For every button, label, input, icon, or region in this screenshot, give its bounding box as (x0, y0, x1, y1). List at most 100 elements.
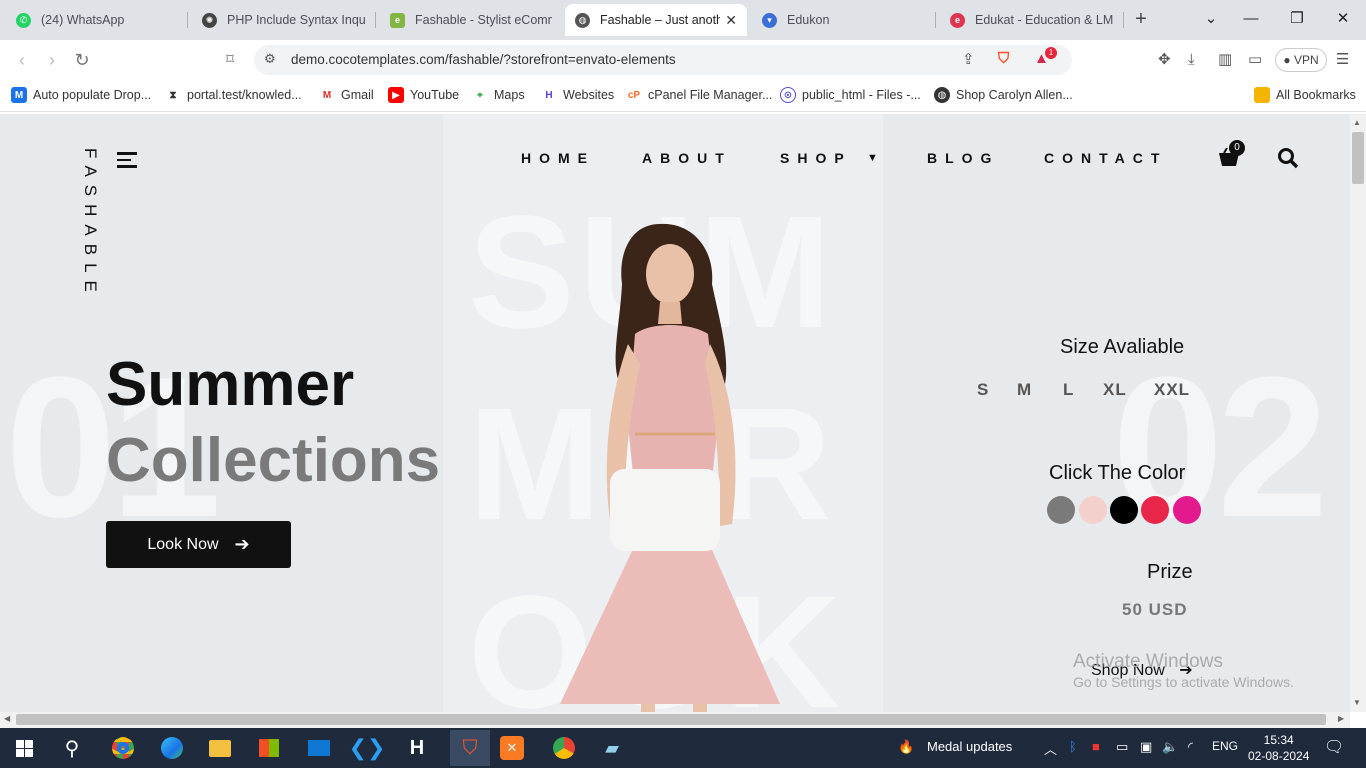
site-settings-icon[interactable]: ⚙ (264, 51, 276, 67)
bluetooth-icon[interactable]: ᛒ (1069, 739, 1077, 754)
wifi-icon[interactable]: ◜ (1188, 739, 1193, 755)
size-option-l[interactable]: L (1063, 380, 1074, 400)
vscode-icon[interactable]: ❮❯ (349, 733, 386, 763)
cart-icon[interactable]: 0 (1218, 140, 1245, 168)
tray-chevron-icon[interactable]: ︿ (1044, 739, 1057, 758)
size-option-xl[interactable]: XL (1103, 380, 1127, 400)
tab-search-chevron-icon[interactable]: ⌄ (1196, 6, 1226, 32)
xampp-icon[interactable]: ✕ (500, 736, 524, 760)
hostinger-icon[interactable]: H (402, 733, 432, 763)
tab-strip: ✆ (24) WhatsApp ✺ PHP Include Syntax Inq… (0, 0, 1366, 40)
arrow-right-icon: ➔ (234, 534, 250, 554)
bookmark-item[interactable]: ⊙ public_html - Files -... (780, 87, 921, 103)
close-tab-icon[interactable]: ✕ (725, 12, 737, 29)
windows-start-icon[interactable] (9, 733, 39, 763)
minimize-button[interactable]: — (1236, 6, 1266, 32)
edge-icon[interactable] (157, 733, 187, 763)
color-swatch-magenta[interactable] (1173, 496, 1201, 524)
bookmark-item[interactable]: cP cPanel File Manager... (626, 87, 773, 103)
horizontal-scroll-thumb[interactable] (16, 714, 1326, 725)
file-explorer-icon[interactable] (205, 733, 235, 763)
color-swatch-gray[interactable] (1047, 496, 1075, 524)
medal-updates-label[interactable]: Medal updates (927, 739, 1012, 754)
medal-icon[interactable]: 🔥 (898, 739, 914, 755)
new-tab-button[interactable]: + (1132, 8, 1150, 30)
look-now-button[interactable]: Look Now ➔ (106, 521, 291, 568)
forward-button[interactable]: › (40, 48, 64, 72)
hamburger-menu-icon[interactable] (117, 152, 137, 170)
bookmark-item[interactable]: ◍ Shop Carolyn Allen... (934, 87, 1073, 103)
bookmark-icon[interactable]: ⌑ (218, 48, 242, 72)
extensions-icon[interactable]: ✥ (1158, 50, 1171, 70)
bookmark-item[interactable]: ⧗ portal.test/knowled... (165, 87, 301, 103)
m-icon: M (11, 87, 27, 103)
share-icon[interactable]: ⇪ (962, 50, 975, 70)
battery-icon[interactable]: ▭ (1116, 739, 1128, 755)
scroll-right-icon[interactable]: ▶ (1338, 714, 1344, 723)
antivirus-icon[interactable]: ■ (1092, 739, 1100, 754)
nav-home[interactable]: HOME (521, 150, 595, 166)
close-window-button[interactable]: ✕ (1328, 6, 1358, 32)
address-bar[interactable]: ⚙ demo.cocotemplates.com/fashable/?store… (254, 45, 1072, 75)
size-option-m[interactable]: M (1017, 380, 1032, 400)
mail-icon[interactable] (304, 733, 334, 763)
url-text[interactable]: demo.cocotemplates.com/fashable/?storefr… (291, 52, 676, 67)
bookmark-label: public_html - Files -... (802, 88, 921, 102)
camera-icon[interactable]: ▣ (1140, 739, 1152, 755)
chrome-profile-icon[interactable] (549, 733, 579, 763)
tab-edukat[interactable]: e Edukat - Education & LMS (940, 4, 1124, 36)
tab-title: PHP Include Syntax Inquiry (227, 13, 366, 27)
size-option-s[interactable]: S (977, 380, 989, 400)
download-icon[interactable]: ⤓ (1188, 50, 1195, 70)
scroll-left-icon[interactable]: ◀ (4, 714, 10, 723)
cpanel-icon: cP (627, 89, 641, 101)
sidebar-icon[interactable]: ▥ (1218, 50, 1232, 70)
vertical-scroll-thumb[interactable] (1352, 132, 1364, 184)
tab-fashable-active[interactable]: ◍ Fashable – Just another ✕ (565, 4, 747, 36)
color-swatch-black[interactable] (1110, 496, 1138, 524)
youtube-icon: ▶ (388, 87, 404, 103)
color-label: Click The Color (1049, 462, 1186, 484)
color-swatch-pink[interactable] (1079, 496, 1107, 524)
notification-icon[interactable]: 🗨 (1324, 737, 1344, 757)
nav-contact[interactable]: CONTACT (1044, 150, 1167, 166)
vertical-scrollbar[interactable] (1350, 114, 1366, 712)
tab-php[interactable]: ✺ PHP Include Syntax Inquiry (192, 4, 376, 36)
scroll-down-icon[interactable]: ▼ (1353, 698, 1361, 707)
bookmark-item[interactable]: H Websites (541, 87, 614, 103)
bookmark-item[interactable]: ⌖ Maps (472, 87, 524, 103)
all-bookmarks[interactable]: All Bookmarks (1254, 87, 1356, 103)
scroll-up-icon[interactable]: ▲ (1353, 118, 1361, 127)
tab-edukon[interactable]: ▾ Edukon (752, 4, 936, 36)
globe-icon: ◍ (934, 87, 950, 103)
brave-shields-icon[interactable]: ⛉ (998, 49, 1009, 69)
search-icon[interactable] (1277, 147, 1299, 169)
back-button[interactable]: ‹ (10, 48, 34, 72)
clock[interactable]: 15:34 02-08-2024 (1248, 732, 1309, 764)
menu-icon[interactable]: ☰ (1336, 50, 1349, 70)
microsoft-store-icon[interactable] (254, 733, 284, 763)
language-indicator[interactable]: ENG (1212, 739, 1238, 753)
size-option-xxl[interactable]: XXL (1154, 380, 1190, 400)
volume-icon[interactable]: 🔈 (1162, 739, 1178, 755)
maximize-button[interactable]: ❐ (1282, 6, 1312, 32)
tab-title: Edukat - Education & LMS (975, 13, 1114, 27)
nav-blog[interactable]: BLOG (927, 150, 999, 166)
reload-button[interactable]: ↻ (70, 48, 94, 72)
bookmark-item[interactable]: M Auto populate Drop... (11, 87, 151, 103)
bookmark-item[interactable]: ▶ YouTube (388, 87, 459, 103)
nav-shop[interactable]: SHOP (780, 150, 852, 166)
notes-app-icon[interactable]: ▰ (597, 733, 627, 763)
tab-fashable-envato[interactable]: e Fashable - Stylist eCommerce (380, 4, 562, 36)
bookmark-item[interactable]: M Gmail (319, 87, 374, 103)
tab-whatsapp[interactable]: ✆ (24) WhatsApp (6, 4, 188, 36)
color-swatch-red[interactable] (1141, 496, 1169, 524)
search-icon[interactable]: ⚲ (57, 733, 87, 763)
vpn-button[interactable]: ● VPN (1275, 48, 1327, 72)
wallet-icon[interactable]: ▭ (1248, 50, 1262, 70)
brave-taskbar-icon[interactable]: ⛉ (450, 730, 490, 766)
chrome-icon[interactable] (108, 733, 138, 763)
brand-logo[interactable]: FASHABLE (80, 148, 100, 300)
shop-dropdown-icon[interactable]: ▼ (867, 152, 878, 164)
nav-about[interactable]: ABOUT (642, 150, 732, 166)
